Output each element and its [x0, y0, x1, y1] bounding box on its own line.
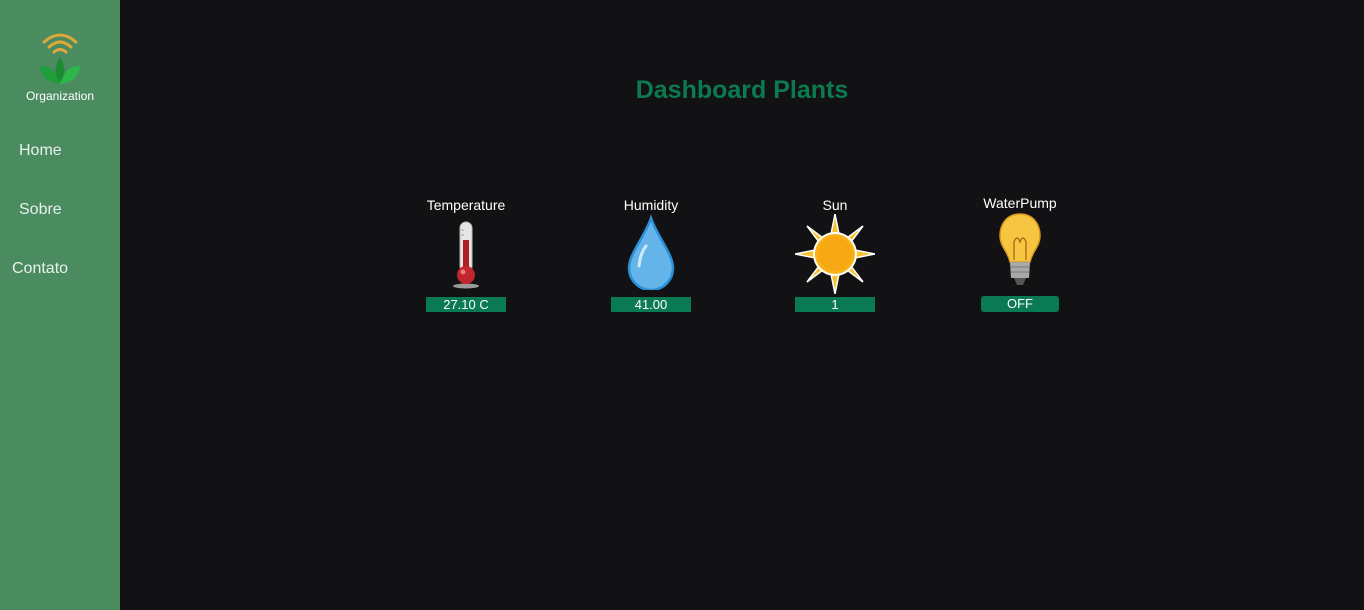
sensor-card-sun: Sun 1: [765, 196, 905, 316]
logo-text: Organization: [25, 89, 95, 103]
humidity-value: 41.00: [611, 297, 691, 312]
thermometer-icon: [453, 221, 479, 289]
sensor-card-humidity: Humidity 41.00: [581, 196, 721, 316]
temperature-value: 27.10 C: [426, 297, 506, 312]
sensor-card-temperature: Temperature 27.10 C: [396, 196, 536, 316]
page-title: Dashboard Plants: [635, 76, 849, 104]
sensor-label: WaterPump: [983, 195, 1057, 211]
nav-item-home[interactable]: Home: [19, 142, 62, 160]
sun-value: 1: [795, 297, 875, 312]
sensor-label: Sun: [822, 197, 848, 213]
sun-icon: [795, 214, 875, 294]
logo[interactable]: Organization: [0, 28, 120, 103]
water-drop-icon: [627, 214, 675, 290]
sensor-card-waterpump: WaterPump OFF: [950, 194, 1090, 316]
plant-wifi-logo-icon: [40, 33, 80, 84]
sensor-label: Temperature: [426, 197, 506, 213]
waterpump-value: OFF: [981, 296, 1059, 312]
light-bulb-icon: [999, 213, 1041, 285]
sensor-label: Humidity: [623, 197, 679, 213]
nav-item-sobre[interactable]: Sobre: [19, 201, 62, 219]
nav-item-contato[interactable]: Contato: [12, 260, 68, 278]
sidebar: Organization Home Sobre Contato: [0, 0, 120, 610]
